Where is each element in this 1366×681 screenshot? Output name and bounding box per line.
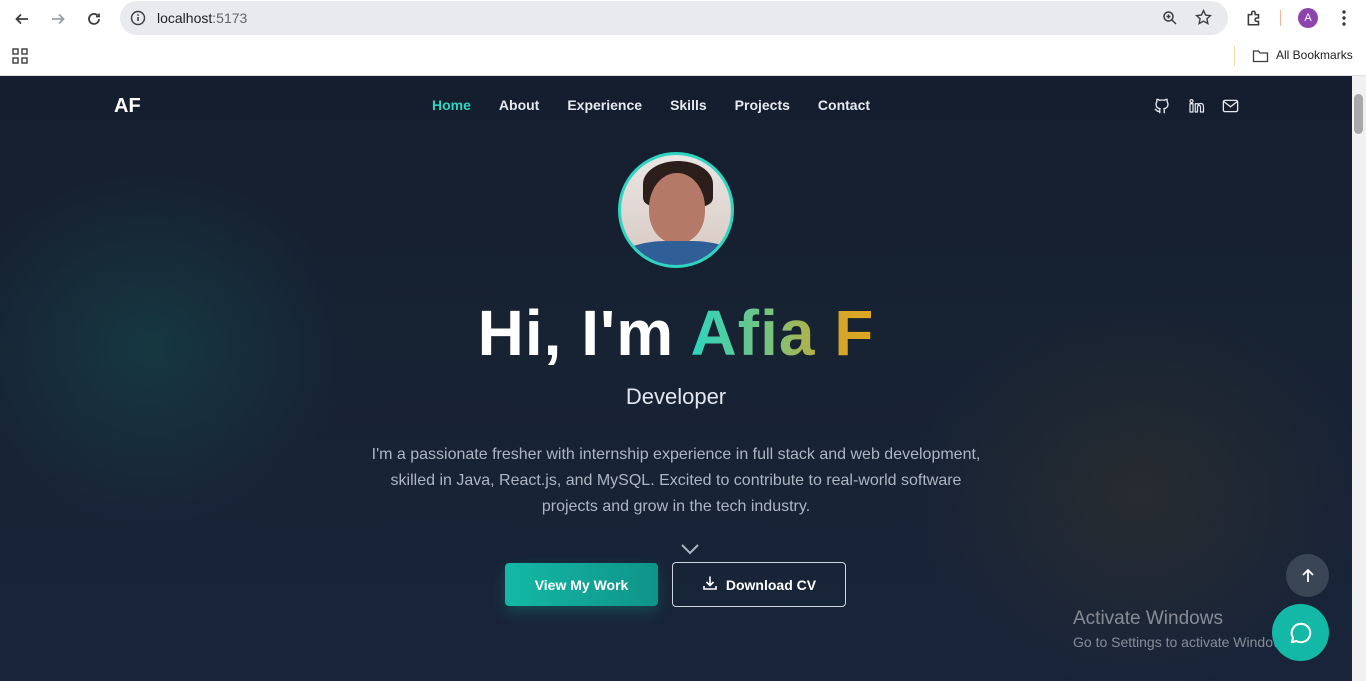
profile-avatar[interactable]: A: [1298, 8, 1318, 28]
scroll-to-top-button[interactable]: [1286, 554, 1329, 597]
portfolio-page: AF Home About Experience Skills Projects…: [0, 76, 1352, 681]
back-icon[interactable]: [9, 6, 35, 32]
menu-kebab-icon[interactable]: [1336, 9, 1352, 32]
folder-icon[interactable]: [1252, 48, 1269, 69]
site-info-icon[interactable]: [130, 10, 146, 31]
bookmark-star-icon[interactable]: [1194, 8, 1213, 31]
nav-projects[interactable]: Projects: [735, 97, 790, 113]
all-bookmarks-link[interactable]: All Bookmarks: [1276, 48, 1353, 62]
extensions-icon[interactable]: [1245, 9, 1263, 32]
chevron-down-icon[interactable]: [680, 542, 700, 560]
bookmarks-divider: [1234, 46, 1235, 66]
bookmarks-bar: All Bookmarks: [0, 38, 1366, 76]
url-text[interactable]: localhost:5173: [157, 10, 247, 26]
nav-skills[interactable]: Skills: [670, 97, 707, 113]
address-bar[interactable]: localhost:5173: [120, 1, 1228, 35]
chat-button[interactable]: [1272, 604, 1329, 661]
scrollbar-thumb[interactable]: [1354, 94, 1363, 134]
reload-icon[interactable]: [81, 6, 107, 32]
toolbar-divider: [1280, 10, 1281, 26]
hero-role: Developer: [625, 384, 727, 409]
download-cv-button[interactable]: Download CV: [672, 562, 846, 607]
page-scrollbar[interactable]: [1352, 76, 1366, 681]
site-logo[interactable]: AF: [114, 95, 141, 118]
nav-about[interactable]: About: [499, 97, 539, 113]
hero-heading: Hi, I'm Afia F: [477, 297, 875, 369]
nav-contact[interactable]: Contact: [818, 97, 870, 113]
mail-icon[interactable]: [1220, 96, 1240, 116]
profile-photo: [618, 152, 734, 268]
download-icon: [702, 575, 718, 594]
hero-name: Afia F: [690, 297, 875, 369]
apps-grid-icon[interactable]: [12, 48, 28, 69]
nav-experience[interactable]: Experience: [567, 97, 642, 113]
browser-toolbar: localhost:5173 A: [0, 0, 1366, 38]
view-my-work-button[interactable]: View My Work: [505, 563, 658, 606]
nav-home[interactable]: Home: [432, 97, 471, 113]
zoom-icon[interactable]: [1162, 10, 1178, 31]
main-nav: Home About Experience Skills Projects Co…: [432, 97, 898, 113]
arrow-up-icon: [1301, 568, 1314, 582]
windows-activation-watermark: Activate Windows Go to Settings to activ…: [1073, 608, 1294, 650]
social-links: [1152, 96, 1240, 116]
forward-icon[interactable]: [45, 6, 71, 32]
github-icon[interactable]: [1152, 96, 1172, 116]
chat-bubble-icon: [1290, 622, 1311, 643]
linkedin-icon[interactable]: [1186, 96, 1206, 116]
hero-bio: I'm a passionate fresher with internship…: [371, 446, 981, 515]
